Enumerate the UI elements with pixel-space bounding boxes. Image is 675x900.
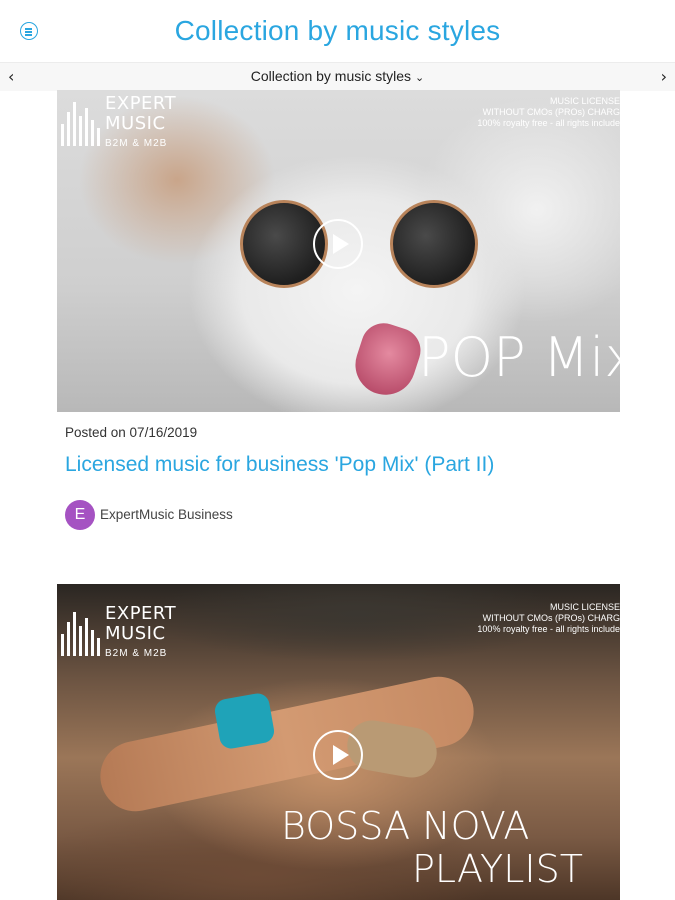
- avatar: E: [65, 500, 95, 530]
- app-header: Collection by music styles: [0, 0, 675, 62]
- license-text: MUSIC LICENSE WITHOUT CMOs (PROs) CHARG …: [477, 602, 620, 634]
- page-title: Collection by music styles: [174, 15, 501, 46]
- post-thumbnail[interactable]: EXPERT MUSIC B2M & M2B MUSIC LICENSE WIT…: [57, 584, 620, 900]
- overlay-title: BOSSA NOVA: [281, 804, 530, 848]
- chevron-right-icon[interactable]: ›: [661, 67, 667, 86]
- author-name: ExpertMusic Business: [100, 507, 233, 522]
- chevron-down-icon: ⌄: [415, 71, 425, 84]
- overlay-title: POP Mix: [418, 326, 620, 389]
- overlay-subtitle: PLAYLIST: [412, 847, 583, 891]
- category-dropdown[interactable]: Collection by music styles ⌄: [0, 68, 675, 84]
- post-thumbnail[interactable]: EXPERT MUSIC B2M & M2B MUSIC LICENSE WIT…: [57, 90, 620, 412]
- play-icon[interactable]: [313, 730, 363, 780]
- license-text: MUSIC LICENSE WITHOUT CMOs (PROs) CHARG …: [477, 96, 620, 128]
- post-date: Posted on 07/16/2019: [65, 425, 198, 440]
- category-navigator: ‹ Collection by music styles ⌄ ›: [0, 62, 675, 91]
- play-icon[interactable]: [313, 219, 363, 269]
- category-dropdown-label: Collection by music styles: [250, 68, 412, 84]
- post-title-link[interactable]: Licensed music for business 'Pop Mix' (P…: [65, 453, 494, 477]
